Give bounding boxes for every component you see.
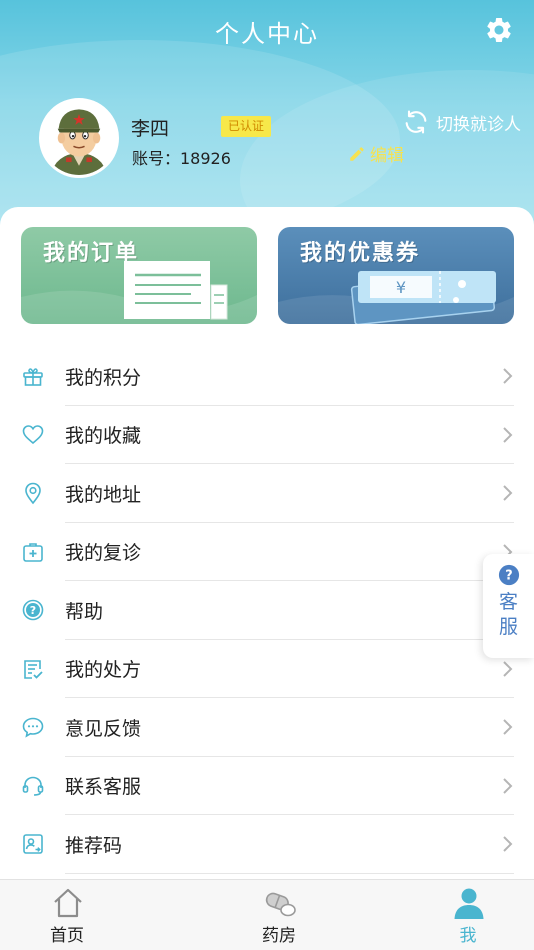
menu-item-help[interactable]: ? 帮助: [0, 581, 534, 640]
menu-item-label: 我的地址: [65, 483, 142, 506]
soldier-avatar-icon: [42, 101, 116, 175]
home-icon: [54, 888, 82, 918]
order-document-icon: [21, 261, 257, 324]
my-orders-card[interactable]: 我的订单: [21, 227, 257, 324]
pencil-icon: [350, 146, 364, 161]
menu-item-label: 推荐码: [65, 834, 123, 857]
referral-code-icon: [23, 834, 43, 855]
switch-patient-label: 切换就诊人: [436, 114, 521, 135]
refresh-icon: [405, 110, 427, 134]
location-pin-icon: [25, 482, 41, 505]
chevron-right-icon: [503, 836, 513, 852]
profile-header: 个人中心 李四 已认证 账号：18926 切换就诊人 编辑: [0, 0, 534, 240]
chevron-right-icon: [503, 719, 513, 735]
pills-icon: [265, 892, 296, 917]
menu-item-follow-up[interactable]: 我的复诊: [0, 523, 534, 582]
headset-icon: [22, 776, 44, 796]
tab-me[interactable]: 我: [408, 880, 528, 950]
avatar[interactable]: [39, 98, 119, 178]
svg-text:¥: ¥: [396, 278, 406, 297]
heart-icon: [22, 424, 44, 444]
chevron-right-icon: [503, 368, 513, 384]
menu-item-prescription[interactable]: 我的处方: [0, 640, 534, 699]
svg-text:?: ?: [505, 569, 512, 584]
menu-item-feedback[interactable]: 意见反馈: [0, 698, 534, 757]
chevron-right-icon: [503, 778, 513, 794]
menu-item-contact-service[interactable]: 联系客服: [0, 757, 534, 816]
bottom-tab-bar: 首页 药房 我: [0, 879, 534, 950]
gift-icon: [23, 368, 43, 387]
chevron-right-icon: [503, 661, 513, 677]
person-icon: [454, 888, 484, 919]
menu-item-address[interactable]: 我的地址: [0, 464, 534, 523]
menu-item-label: 我的处方: [65, 659, 142, 682]
floating-service-label: 客服: [498, 591, 518, 638]
edit-label: 编辑: [370, 146, 404, 166]
floating-service-button[interactable]: ? 客服: [483, 554, 534, 658]
tab-pharmacy[interactable]: 药房: [219, 880, 339, 950]
menu-item-points[interactable]: 我的积分: [0, 347, 534, 406]
verified-badge: 已认证: [221, 116, 272, 137]
switch-patient-button[interactable]: 切换就诊人: [402, 107, 521, 137]
medical-kit-icon: [23, 542, 43, 562]
menu-item-label: 联系客服: [65, 776, 142, 799]
tab-label: 药房: [262, 926, 296, 946]
gear-icon[interactable]: [484, 15, 514, 45]
page-title: 个人中心: [215, 20, 319, 48]
menu-list: 我的积分 我的收藏 我的地址 我的复诊 ? 帮助 我的处方 意见反馈 联系客服 …: [0, 347, 534, 874]
menu-item-label: 我的积分: [65, 366, 142, 389]
tab-home[interactable]: 首页: [7, 880, 127, 950]
menu-item-favorites[interactable]: 我的收藏: [0, 406, 534, 465]
edit-profile-button[interactable]: 编辑: [348, 141, 404, 166]
tab-label: 我: [459, 926, 477, 946]
prescription-icon: [24, 659, 43, 679]
menu-item-label: 帮助: [65, 600, 104, 623]
help-circle-icon: ?: [22, 599, 44, 621]
tab-label: 首页: [50, 926, 84, 946]
question-icon: ?: [498, 564, 519, 586]
menu-item-label: 我的收藏: [65, 425, 142, 448]
my-coupons-card[interactable]: 我的优惠券 ¥: [278, 227, 514, 324]
chevron-right-icon: [503, 485, 513, 501]
menu-item-label: 意见反馈: [65, 717, 142, 740]
menu-item-referral-code[interactable]: 推荐码: [0, 815, 534, 874]
svg-text:?: ?: [30, 604, 36, 617]
content-panel: 我的订单 我的优惠券 ¥ 我的积分 我的收藏 我的地址 我的复诊 ? 帮助 我的…: [0, 207, 534, 887]
chat-bubble-icon: [22, 717, 44, 738]
coupon-ticket-icon: ¥: [278, 271, 514, 324]
menu-item-label: 我的复诊: [65, 542, 142, 565]
user-name: 李四: [131, 118, 170, 140]
chevron-right-icon: [503, 427, 513, 443]
account-number: 账号：18926: [132, 149, 231, 168]
